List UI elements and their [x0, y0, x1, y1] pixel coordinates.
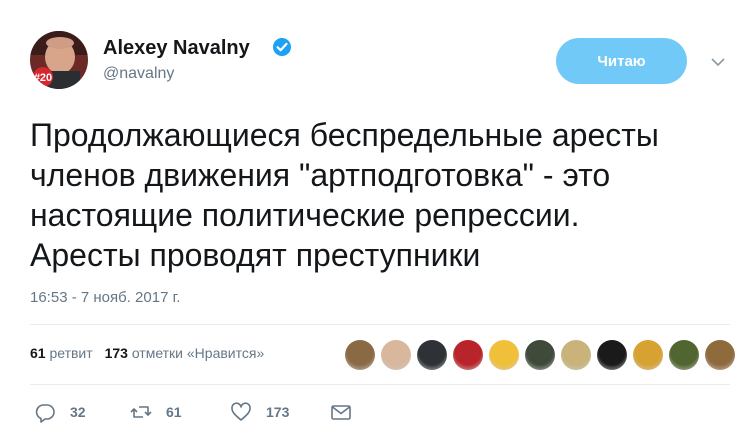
liker-avatar[interactable]: [525, 340, 555, 370]
likes-label: отметки «Нравится»: [131, 345, 265, 361]
retweets-label: ретвит: [49, 345, 93, 361]
likers-avatars: [345, 340, 741, 370]
likes-count: 173: [104, 345, 128, 361]
retweet-icon: [130, 406, 152, 418]
tweet-line: Аресты проводят преступники: [30, 237, 481, 273]
envelope-icon: [331, 405, 351, 420]
like-count: 173: [266, 404, 290, 420]
retweet-button[interactable]: 61: [130, 400, 182, 424]
author-avatar[interactable]: #20: [30, 31, 88, 89]
liker-avatar[interactable]: [633, 340, 663, 370]
direct-message-button[interactable]: [330, 400, 352, 424]
author-handle[interactable]: @navalny: [103, 64, 174, 84]
liker-avatar[interactable]: [561, 340, 591, 370]
reply-button[interactable]: 32: [34, 400, 86, 424]
reply-count: 32: [70, 404, 86, 420]
verified-badge-icon: [273, 38, 291, 56]
avatar-image: #20: [30, 31, 88, 89]
follow-button[interactable]: Читаю: [556, 38, 687, 84]
divider: [30, 384, 730, 385]
divider: [30, 324, 730, 325]
liker-avatar[interactable]: [381, 340, 411, 370]
likes-stat[interactable]: 173 отметки «Нравится»: [105, 345, 265, 361]
tweet-line: членов движения "артподготовка" - это: [30, 157, 611, 193]
tweet-timestamp[interactable]: 16:53 - 7 нояб. 2017 г.: [30, 289, 180, 306]
liker-avatar[interactable]: [489, 340, 519, 370]
chevron-down-icon[interactable]: [710, 57, 726, 67]
reply-icon: [35, 404, 55, 423]
liker-avatar[interactable]: [705, 340, 735, 370]
author-name[interactable]: Alexey Navalny: [103, 37, 250, 59]
liker-avatar[interactable]: [597, 340, 627, 370]
heart-icon: [231, 402, 251, 421]
tweet-line: настоящие политические репрессии.: [30, 197, 580, 233]
tweet-line: Продолжающиеся беспредельные аресты: [30, 117, 659, 153]
engagement-stats: 61 ретвит 173 отметки «Нравится»: [30, 345, 272, 361]
like-button[interactable]: 173: [230, 400, 289, 424]
tweet-text: Продолжающиеся беспредельные аресты член…: [30, 115, 720, 275]
retweets-stat[interactable]: 61 ретвит: [30, 345, 93, 361]
liker-avatar[interactable]: [669, 340, 699, 370]
liker-avatar[interactable]: [345, 340, 375, 370]
liker-avatar[interactable]: [417, 340, 447, 370]
avatar-badge: #20: [34, 72, 52, 84]
retweet-count: 61: [166, 404, 182, 420]
liker-avatar[interactable]: [453, 340, 483, 370]
retweets-count: 61: [30, 345, 46, 361]
